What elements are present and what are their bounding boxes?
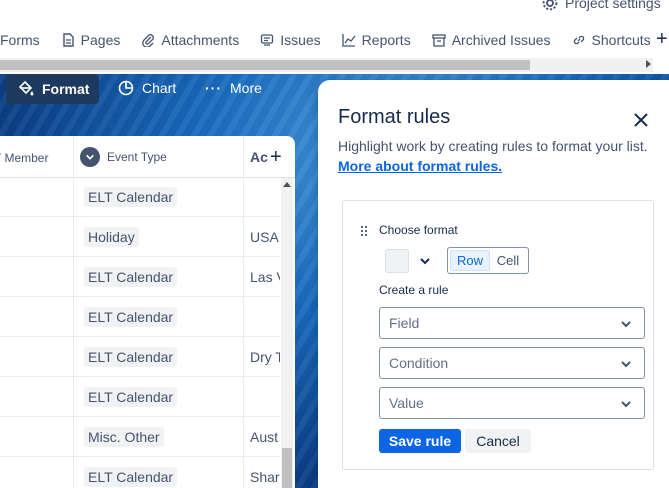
value-select[interactable]: Value [379, 387, 645, 419]
chevron-down-icon[interactable] [419, 255, 431, 267]
table-row[interactable]: Misc. Other Aust [0, 417, 280, 457]
event-type-tag: ELT Calendar [84, 387, 178, 407]
more-dots-icon: ··· [205, 80, 222, 96]
table-header: T Member Event Type Ac + [0, 136, 295, 178]
event-type-tag: Holiday [84, 227, 139, 247]
pages-icon [62, 33, 74, 47]
chart-button[interactable]: Chart [118, 80, 176, 96]
event-table: T Member Event Type Ac + ELT Calendar Ho… [0, 136, 295, 488]
scrollbar-thumb[interactable] [0, 60, 530, 70]
project-navigation: Project settings Forms Pages Attachments… [0, 0, 669, 74]
chevron-down-icon [621, 401, 631, 408]
project-settings-label: Project settings [565, 0, 661, 11]
format-label: Format [42, 81, 90, 97]
tab-label: Shortcuts [591, 32, 651, 48]
tab-pages[interactable]: Pages [61, 32, 121, 48]
column-header-member[interactable]: T Member [0, 151, 48, 165]
color-swatch[interactable] [385, 249, 409, 273]
add-column-button[interactable]: + [270, 146, 282, 169]
nav-tabs: Forms Pages Attachments Issues Reports A… [0, 28, 669, 52]
tab-label: Issues [280, 32, 321, 48]
panel-description: Highlight work by creating rules to form… [338, 138, 648, 154]
gear-icon [542, 0, 558, 11]
issues-icon [261, 34, 274, 46]
column-header-label: Event Type [107, 150, 167, 164]
format-rules-panel: Format rules Highlight work by creating … [318, 80, 669, 488]
scroll-up-arrow[interactable] [283, 182, 291, 187]
event-type-tag: ELT Calendar [84, 467, 178, 487]
location-cell: Aust [250, 429, 279, 445]
field-select[interactable]: Field [379, 307, 645, 339]
table-row[interactable]: ELT Calendar [0, 377, 280, 417]
table-row[interactable]: ELT Calendar Dry T [0, 337, 280, 377]
format-rules-help-link[interactable]: More about format rules. [338, 158, 502, 174]
tab-reports[interactable]: Reports [342, 32, 411, 48]
event-type-tag: Misc. Other [84, 427, 164, 447]
location-cell: Las V [250, 269, 280, 285]
format-button[interactable]: Format [6, 74, 99, 104]
scrollbar-thumb[interactable] [282, 448, 292, 488]
rule-card: Choose format Row Cell Create a rule Fie… [342, 200, 654, 470]
tab-label: Pages [80, 32, 121, 48]
reports-icon [342, 34, 356, 47]
horizontal-scrollbar[interactable] [0, 58, 653, 72]
vertical-scrollbar[interactable] [281, 178, 293, 488]
table-row[interactable]: ELT Calendar Las V [0, 257, 280, 297]
save-rule-button[interactable]: Save rule [379, 429, 461, 453]
archive-icon [432, 34, 446, 47]
project-settings-link[interactable]: Project settings [541, 0, 661, 12]
table-row[interactable]: Holiday USA [0, 217, 280, 257]
chevron-down-icon [621, 321, 631, 328]
create-rule-label: Create a rule [379, 283, 449, 297]
close-icon[interactable] [632, 111, 650, 129]
location-cell: Shar [250, 469, 280, 485]
column-header-ac[interactable]: Ac [250, 149, 268, 165]
pie-chart-icon [118, 80, 134, 96]
more-button[interactable]: ··· More [205, 80, 262, 96]
panel-title: Format rules [338, 106, 451, 128]
tab-label: Attachments [161, 32, 240, 48]
scope-row-option[interactable]: Row [450, 250, 490, 271]
chevron-down-icon[interactable] [80, 147, 100, 167]
tab-label: Archived Issues [451, 32, 551, 48]
select-placeholder: Condition [389, 355, 449, 371]
tab-archived-issues[interactable]: Archived Issues [432, 32, 551, 48]
choose-format-label: Choose format [379, 223, 458, 237]
scope-cell-option[interactable]: Cell [490, 250, 526, 271]
paint-bucket-icon [18, 81, 34, 96]
tab-shortcuts[interactable]: Shortcuts [572, 32, 651, 48]
tab-issues[interactable]: Issues [260, 32, 321, 48]
tab-label: Reports [361, 32, 411, 48]
select-placeholder: Field [389, 315, 420, 331]
location-cell: USA [250, 229, 279, 245]
event-type-tag: ELT Calendar [84, 267, 178, 287]
table-row[interactable]: ELT Calendar [0, 297, 280, 337]
add-tab-button[interactable]: + [656, 29, 668, 49]
select-placeholder: Value [389, 395, 424, 411]
chart-label: Chart [142, 80, 177, 96]
chevron-down-icon [621, 361, 631, 368]
event-type-tag: ELT Calendar [84, 187, 178, 207]
drag-handle-icon[interactable] [360, 225, 368, 237]
condition-select[interactable]: Condition [379, 347, 645, 379]
table-row[interactable]: ELT Calendar Shar [0, 457, 280, 488]
table-row[interactable]: ELT Calendar [0, 177, 280, 217]
event-type-tag: ELT Calendar [84, 307, 178, 327]
tab-forms[interactable]: Forms [0, 32, 40, 48]
cancel-button[interactable]: Cancel [465, 429, 531, 453]
scope-toggle: Row Cell [447, 247, 529, 274]
tab-label: Forms [0, 32, 40, 48]
column-header-event-type[interactable]: Event Type [80, 147, 167, 167]
tab-attachments[interactable]: Attachments [141, 32, 239, 48]
more-label: More [230, 80, 262, 96]
scroll-right-arrow[interactable] [646, 60, 651, 68]
link-icon [573, 35, 584, 45]
location-cell: Dry T [250, 349, 280, 365]
event-type-tag: ELT Calendar [84, 347, 178, 367]
attachment-icon [142, 34, 155, 47]
